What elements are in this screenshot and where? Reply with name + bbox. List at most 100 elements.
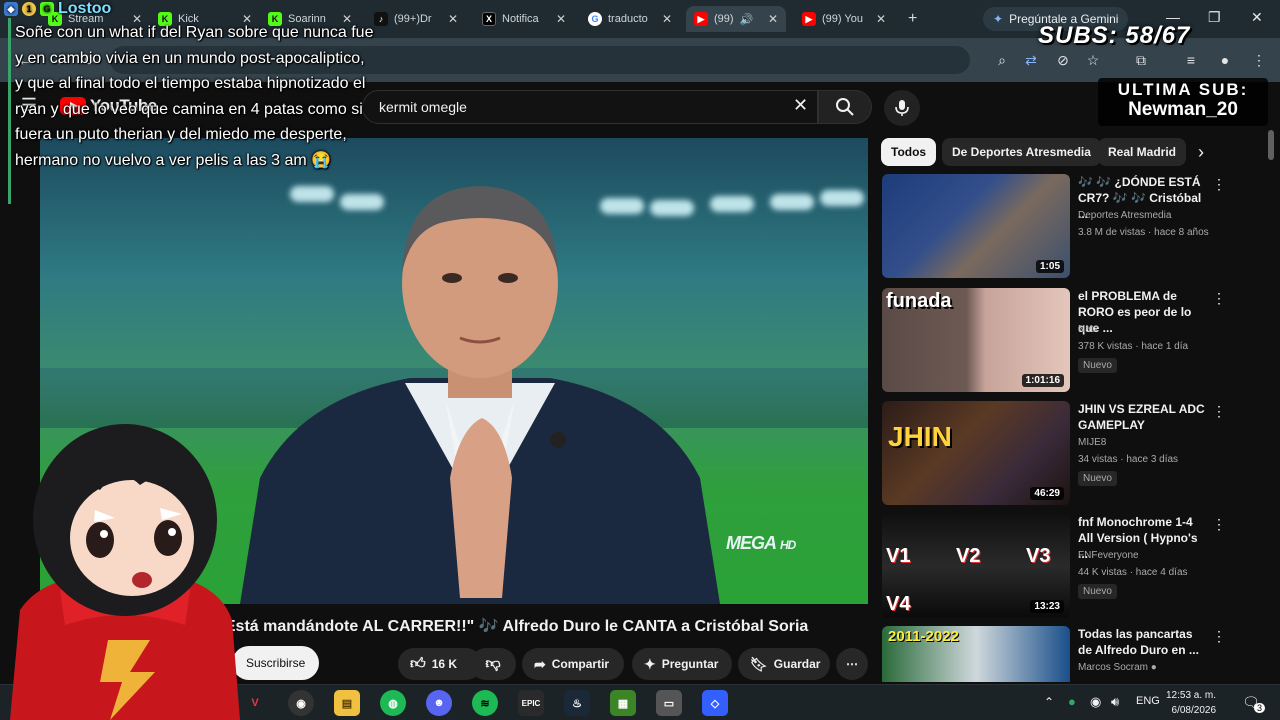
crying-emoji-icon: 😭 — [311, 151, 332, 169]
recommended-video[interactable]: 1:05 🎶 🎶 ¿DÓNDE ESTÁ CR7? 🎶 🎶 Cristóbal … — [882, 174, 1262, 280]
menu-icon[interactable]: ⋮ — [1250, 51, 1268, 69]
kebab-menu-icon[interactable]: ⋮ — [1212, 516, 1226, 533]
language-indicator[interactable]: ENG — [1136, 695, 1160, 707]
recommended-video[interactable]: JHIN 46:29 JHIN VS EZREAL ADC GAMEPLAY M… — [882, 401, 1262, 507]
channel-watermark: MEGA HD — [726, 533, 796, 554]
video-title[interactable]: Todas las pancartas de Alfredo Duro en .… — [1078, 626, 1208, 658]
media-icon[interactable]: ≡ — [1182, 51, 1200, 69]
restore-icon[interactable]: ❐ — [1208, 9, 1221, 26]
clear-search-icon[interactable]: ✕ — [793, 95, 808, 116]
volume-icon[interactable]: 🔊︎ — [1111, 694, 1119, 710]
dislike-button[interactable]: 👎︎ — [470, 648, 516, 680]
share-button[interactable]: ➦ Compartir — [522, 648, 624, 680]
new-tab-button[interactable]: + — [900, 6, 924, 32]
watermark-hd: HD — [780, 538, 796, 552]
gift-icon: G — [40, 2, 54, 16]
search-input[interactable]: kermit omegle — [362, 90, 818, 124]
tab-tiktok[interactable]: ♪ (99+)Dr ✕ — [366, 6, 466, 32]
close-window-icon[interactable]: ✕ — [1251, 9, 1263, 26]
video-meta: 378 K vistas · hace 1 día — [1078, 341, 1189, 352]
channel-name[interactable]: Deportes Atresmedia — [1078, 210, 1171, 221]
profile-icon[interactable]: ● — [1216, 51, 1234, 69]
epic-games-icon[interactable]: EPIC — [518, 690, 544, 716]
kebab-menu-icon[interactable]: ⋮ — [1212, 176, 1226, 193]
chevron-right-icon[interactable]: › — [1198, 142, 1204, 163]
steam-app-icon[interactable]: ♨ — [564, 690, 590, 716]
save-button[interactable]: 🔖︎ Guardar — [738, 648, 830, 680]
channel-name[interactable]: FNFeveryone — [1078, 550, 1139, 561]
star-icon[interactable]: ☆ — [1084, 51, 1102, 69]
video-thumbnail[interactable]: JHIN 46:29 — [882, 401, 1070, 505]
chip-todos[interactable]: Todos — [881, 138, 937, 166]
minecraft-app-icon[interactable]: ▦ — [610, 690, 636, 716]
discord-app-icon[interactable]: ☻ — [426, 690, 452, 716]
close-icon[interactable]: ✕ — [876, 12, 886, 26]
more-actions-button[interactable]: ⋯ — [836, 648, 868, 680]
subs-value: 58/67 — [1125, 22, 1191, 49]
chat-accent-bar — [8, 18, 11, 204]
xbox-app-icon[interactable]: ◍ — [380, 690, 406, 716]
tab-label: (99) — [714, 13, 734, 25]
new-badge: Nuevo — [1078, 358, 1117, 373]
channel-name[interactable]: Marcos Socram ● — [1078, 662, 1157, 673]
tab-x-notifications[interactable]: X Notifica ✕ — [474, 6, 574, 32]
voice-search-button[interactable] — [884, 90, 920, 126]
translate-icon[interactable]: ⇄ — [1022, 51, 1040, 69]
tab-label: traducto — [608, 13, 648, 25]
recommended-video[interactable]: funada 1:01:16 el PROBLEMA de RORO es pe… — [882, 288, 1262, 394]
close-icon[interactable]: ✕ — [662, 12, 672, 26]
share-label: Compartir — [551, 657, 610, 671]
scrollbar-thumb[interactable] — [1268, 130, 1274, 160]
video-title: ? ¡¡Está mandándote AL CARRER!!" 🎶 Alfre… — [200, 618, 809, 635]
kebab-menu-icon[interactable]: ⋮ — [1212, 403, 1226, 420]
close-icon[interactable]: ✕ — [448, 12, 458, 26]
save-label: Guardar — [773, 657, 821, 671]
close-icon[interactable]: ✕ — [768, 12, 778, 26]
file-explorer-icon[interactable]: ▤ — [334, 690, 360, 716]
extensions-icon[interactable]: ⧉ — [1132, 51, 1150, 69]
network-icon[interactable]: ◉ — [1090, 694, 1101, 710]
platform-icon: ◆ — [4, 2, 18, 16]
tray-app-icon[interactable]: ● — [1068, 694, 1076, 709]
recommended-video[interactable]: 2011-2022 Todas las pancartas de Alfredo… — [882, 626, 1262, 682]
last-sub-label: ULTIMA SUB: — [1117, 80, 1249, 99]
tab-translator[interactable]: G traducto ✕ — [580, 6, 680, 32]
obs-app-icon[interactable]: ◉ — [288, 690, 314, 716]
new-badge: Nuevo — [1078, 471, 1117, 486]
chip-deportes-atresmedia[interactable]: De Deportes Atresmedia — [942, 138, 1101, 166]
video-thumbnail[interactable]: 1:05 — [882, 174, 1070, 278]
video-thumbnail[interactable]: funada 1:01:16 — [882, 288, 1070, 392]
close-icon[interactable]: ✕ — [556, 12, 566, 26]
speaker-icon[interactable]: 🔊 — [740, 13, 754, 26]
tab-youtube-active[interactable]: ▶ (99) 🔊 ✕ — [686, 6, 786, 32]
bookmark-icon: 🔖︎ — [750, 655, 768, 672]
chevron-up-icon[interactable]: ⌃ — [1044, 695, 1054, 709]
video-thumbnail[interactable]: 2011-2022 — [882, 626, 1070, 682]
system-clock[interactable]: 12:53 a. m. 6/08/2026 — [1166, 688, 1216, 718]
video-thumbnail[interactable]: V1 V2 V3 V4 13:23 — [882, 514, 1070, 618]
recommended-video[interactable]: V1 V2 V3 V4 13:23 fnf Monochrome 1-4 All… — [882, 514, 1262, 620]
kebab-menu-icon[interactable]: ⋮ — [1212, 628, 1226, 645]
video-meta: 44 K vistas · hace 4 días — [1078, 567, 1188, 578]
channel-name[interactable]: MIJE8 — [1078, 437, 1106, 448]
chat-badge: 1 — [22, 2, 36, 16]
search-button[interactable] — [818, 90, 872, 124]
subs-label: SUBS: — [1038, 22, 1118, 49]
chip-real-madrid[interactable]: Real Madrid — [1098, 138, 1187, 166]
google-icon: G — [588, 12, 602, 26]
zoom-icon[interactable]: ⌕ — [993, 51, 1011, 69]
thumbs-down-icon: 👎︎ — [485, 655, 501, 672]
kebab-menu-icon[interactable]: ⋮ — [1212, 290, 1226, 307]
ask-button[interactable]: ✦ Preguntar — [632, 648, 732, 680]
tab-youtube[interactable]: ▶ (99) You ✕ — [794, 6, 894, 32]
eye-off-icon[interactable]: ⊘ — [1054, 51, 1072, 69]
youtube-icon: ▶ — [802, 12, 816, 26]
roblox-app-icon[interactable]: ◇ — [702, 690, 728, 716]
tab-label: Notifica — [502, 13, 539, 25]
spotify-app-icon[interactable]: ≋ — [472, 690, 498, 716]
gemini-icon: ✦ — [993, 12, 1004, 26]
channel-name[interactable]: Natx — [1078, 324, 1099, 335]
video-title[interactable]: JHIN VS EZREAL ADC GAMEPLAY — [1078, 401, 1208, 433]
tiktok-icon: ♪ — [374, 12, 388, 26]
app-window-icon[interactable]: ▭ — [656, 690, 682, 716]
